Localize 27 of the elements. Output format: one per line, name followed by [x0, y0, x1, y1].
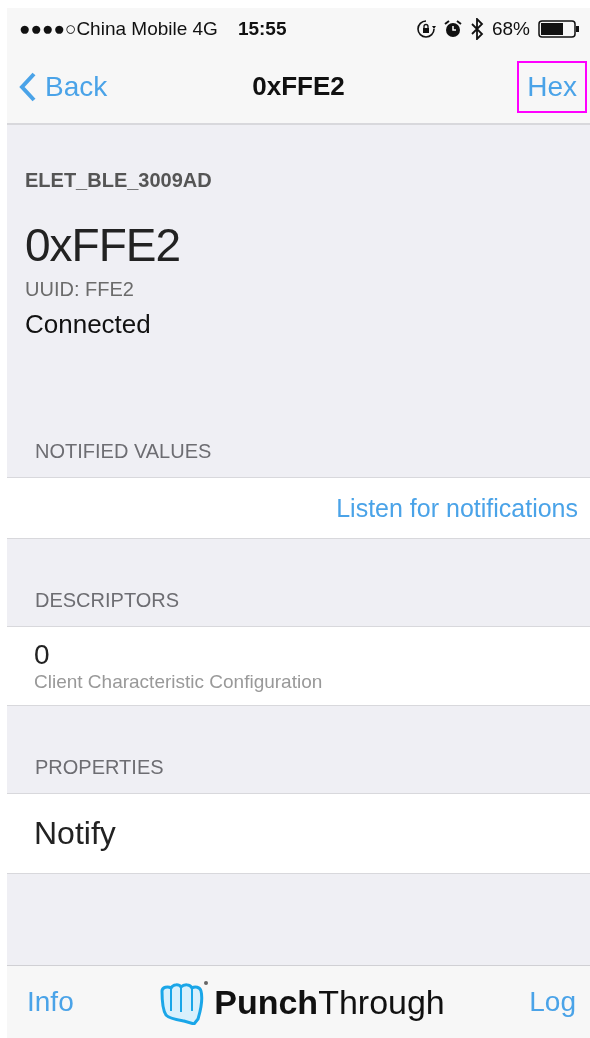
bluetooth-icon [469, 18, 484, 40]
carrier-text: ●●●●○China Mobile 4G [19, 18, 218, 40]
screen-title: 0xFFE2 [252, 71, 345, 101]
characteristic-name: 0xFFE2 [25, 218, 181, 272]
property-text: Notify [34, 815, 116, 852]
section-header: PROPERTIES [34, 756, 165, 780]
rotation-lock-icon [415, 19, 436, 39]
back-button[interactable]: Back [19, 70, 108, 103]
alarm-clock-icon [443, 19, 462, 39]
section-header: NOTIFIED VALUES [34, 440, 213, 464]
descriptor-row[interactable]: 0 Client Characteristic Configuration [7, 627, 590, 705]
clock-text: 15:55 [237, 18, 287, 40]
chevron-left-icon [19, 70, 37, 103]
descriptor-subtitle: Client Characteristic Configuration [34, 671, 323, 693]
battery-icon [538, 19, 580, 39]
uuid-text: UUID: FFE2 [25, 278, 134, 301]
fist-logo-icon [158, 979, 209, 1025]
device-name: ELET_BLE_3009AD [25, 169, 212, 192]
hex-button[interactable]: Hex [517, 60, 587, 113]
log-tab[interactable]: Log [529, 986, 576, 1018]
section-header: DESCRIPTORS [34, 589, 181, 613]
descriptor-value: 0 [34, 639, 50, 671]
info-tab[interactable]: Info [27, 986, 74, 1018]
battery-percent-text: 68% [491, 18, 530, 40]
connection-status: Connected [25, 309, 151, 340]
punchthrough-logo: PunchThrough [214, 982, 445, 1022]
listen-button[interactable]: Listen for notifications [336, 493, 578, 523]
